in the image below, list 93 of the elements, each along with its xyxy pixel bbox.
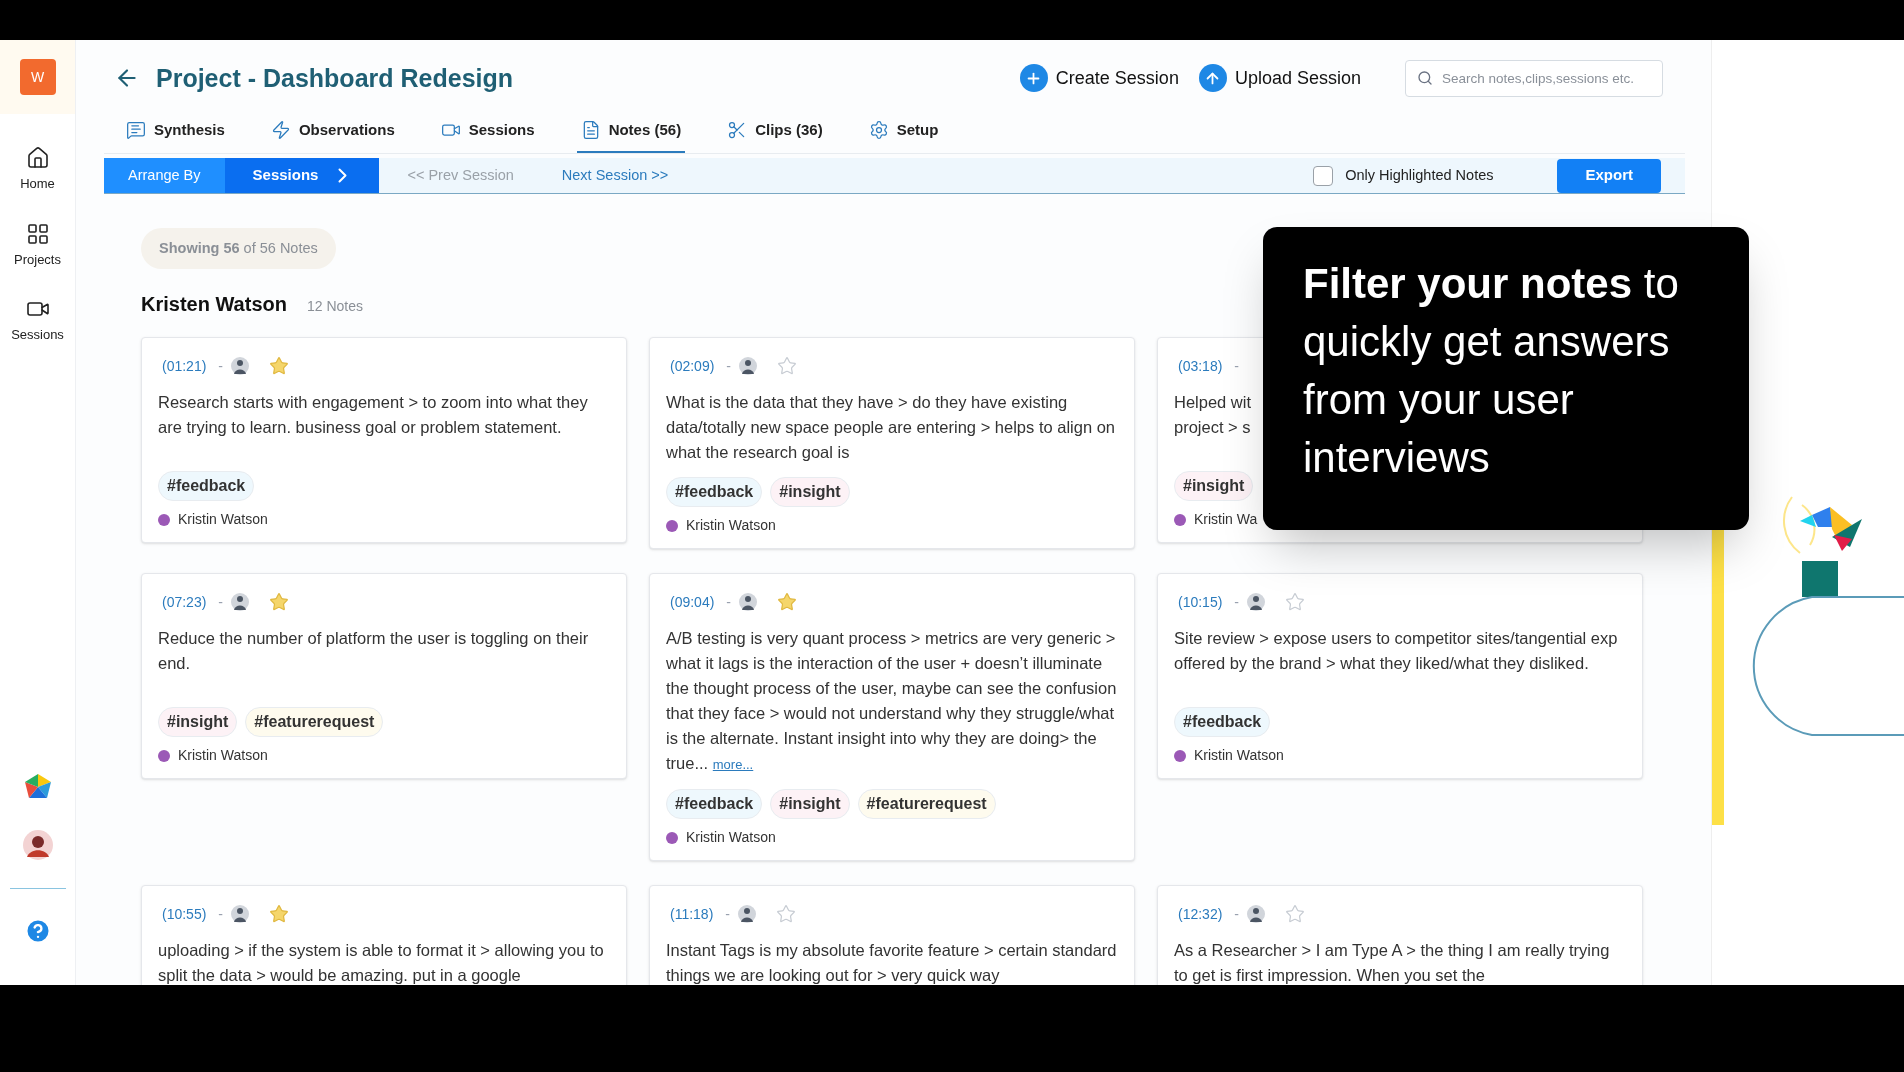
person-avatar-icon <box>231 593 250 612</box>
nav-tab[interactable]: Synthesis <box>122 118 229 154</box>
person-avatar-icon <box>1247 905 1266 924</box>
star-icon[interactable] <box>776 904 796 925</box>
export-button[interactable]: Export <box>1557 158 1661 193</box>
timestamp-link[interactable]: (03:18) <box>1174 356 1227 377</box>
highlight-checkbox[interactable] <box>1313 165 1334 186</box>
settings-icon <box>868 120 889 141</box>
action-button[interactable]: Create Session <box>1019 64 1179 93</box>
note-text: project > s <box>1174 417 1251 439</box>
page-title: Project - Dashboard Redesign <box>156 62 514 94</box>
home-icon <box>25 146 50 170</box>
tag-chip[interactable]: #feedback <box>158 471 255 502</box>
separator-text: - <box>725 905 730 925</box>
tag-chip[interactable]: #insight <box>770 789 850 820</box>
note-text: A/B testing is very quant process > metrics are very generic > what it lags is the interaction of the user + doesn’t illuminate the thought process of the user, maybe can see the confusion that they face > would not understand why they struggle/what is the alternate. Instant insight into why they are doing> the true... more... <box>666 628 1118 775</box>
nav-item[interactable]: Projects <box>14 221 61 269</box>
star-icon[interactable] <box>1285 592 1306 613</box>
chat-icon <box>126 120 146 141</box>
timestamp-link[interactable]: (12:32) <box>1174 904 1227 925</box>
tag-chip[interactable]: #feedback <box>666 477 763 508</box>
tag-chip[interactable]: #insight <box>770 477 850 508</box>
star-icon[interactable] <box>269 904 290 925</box>
group-count: 12 Notes <box>306 297 363 317</box>
tag-chip[interactable]: #featurerequest <box>245 707 384 738</box>
note-text: As a Researcher > I am Type A > the thing I am really trying to get is first impression. When you set the <box>1174 940 1611 985</box>
nav-item[interactable]: Sessions <box>11 297 64 345</box>
note-text: Reduce the number of platform the user is toggling on their end. <box>158 628 590 675</box>
nav-item[interactable]: Home <box>20 146 55 194</box>
notes-count-badge: Showing 56 of 56 Notes <box>141 227 336 270</box>
person-avatar-icon <box>1247 593 1266 612</box>
timestamp-link[interactable]: (02:09) <box>666 356 719 377</box>
nav-tab[interactable]: Notes (56) <box>576 118 686 154</box>
action-button[interactable]: Upload Session <box>1198 64 1361 93</box>
note-text: Site review > expose users to competitor sites/tangential exp offered by the brand > what they liked/what they disliked. <box>1174 628 1619 675</box>
separator-text: - <box>218 357 224 377</box>
note-text: What is the data that they have > do they have existing data/totally new space people are entering > helps to align on what the research goal is <box>666 392 1117 464</box>
star-icon[interactable] <box>269 592 290 613</box>
lightning-icon <box>270 120 291 141</box>
note-text: Helped wit <box>1174 392 1252 414</box>
tag-chip[interactable]: #feedback <box>666 789 763 820</box>
timestamp-link[interactable]: (11:18) <box>666 904 718 925</box>
separator-text: - <box>218 593 224 613</box>
note-text: Instant Tags is my absolute favorite feature > certain standard things we are looking out for > very quick way <box>666 940 1118 985</box>
group-title: Kristen Watson <box>141 292 287 318</box>
note-text: Research starts with engagement > to zoom into what they are trying to learn. business goal or problem statement. <box>158 392 589 439</box>
nav-tab[interactable]: Observations <box>266 118 399 154</box>
person-avatar-icon <box>739 593 758 612</box>
nav-tab[interactable]: Sessions <box>436 118 539 154</box>
note-text: uploading > if the system is able to format it > allowing you to split the data > would be amazing. put in a google <box>158 940 605 985</box>
next-session-link[interactable]: Next Session >> <box>561 164 669 187</box>
chevron-right-icon <box>338 168 348 184</box>
separator-text: - <box>726 357 732 377</box>
separator-text: - <box>218 905 224 925</box>
person-avatar-icon <box>738 905 756 924</box>
tag-chip[interactable]: #insight <box>158 707 238 738</box>
timestamp-link[interactable]: (01:21) <box>158 356 211 377</box>
tag-chip[interactable]: #insight <box>1174 471 1254 502</box>
person-avatar-icon <box>231 905 250 924</box>
timestamp-link[interactable]: (10:55) <box>158 904 211 925</box>
search-field[interactable]: Search notes,clips,sessions etc. <box>1405 59 1663 97</box>
tag-chip[interactable]: #featurerequest <box>857 789 996 820</box>
callout-text: Filter your notes to quickly get answers from your user interviews <box>1303 259 1680 483</box>
arrange-label: Arrange By <box>104 158 225 193</box>
search-icon <box>1417 69 1433 86</box>
author-name: Kristin Wa <box>1194 510 1258 530</box>
grid-icon <box>25 221 50 246</box>
nav-tab[interactable]: Setup <box>864 118 943 154</box>
separator-text: - <box>1234 357 1240 377</box>
timestamp-link[interactable]: (10:15) <box>1174 592 1227 613</box>
author-name: Kristin Watson <box>178 510 268 530</box>
checkbox-label: Only Highlighted Notes <box>1345 165 1494 185</box>
person-avatar-icon <box>231 357 250 376</box>
author-name: Kristin Watson <box>686 828 776 848</box>
arrange-dropdown[interactable]: Sessions <box>224 158 380 193</box>
author-name: Kristin Watson <box>686 516 776 536</box>
author-name: Kristin Watson <box>1194 746 1284 766</box>
tag-chip[interactable]: #feedback <box>1174 707 1271 738</box>
timestamp-link[interactable]: (07:23) <box>158 592 211 613</box>
star-icon[interactable] <box>777 356 798 377</box>
user-avatar-icon[interactable] <box>22 830 53 860</box>
separator-text: - <box>726 593 732 613</box>
person-avatar-icon <box>739 357 758 376</box>
star-icon[interactable] <box>777 592 798 613</box>
plus-icon <box>1019 64 1048 93</box>
timestamp-link[interactable]: (09:04) <box>666 592 719 613</box>
star-icon[interactable] <box>269 356 290 377</box>
nav-tab[interactable]: Clips (36) <box>723 118 827 154</box>
separator-text: - <box>1234 593 1240 613</box>
author-name: Kristin Watson <box>178 746 268 766</box>
separator-text: - <box>1234 905 1240 925</box>
more-link[interactable]: more... <box>712 757 754 773</box>
star-icon[interactable] <box>1285 904 1306 925</box>
